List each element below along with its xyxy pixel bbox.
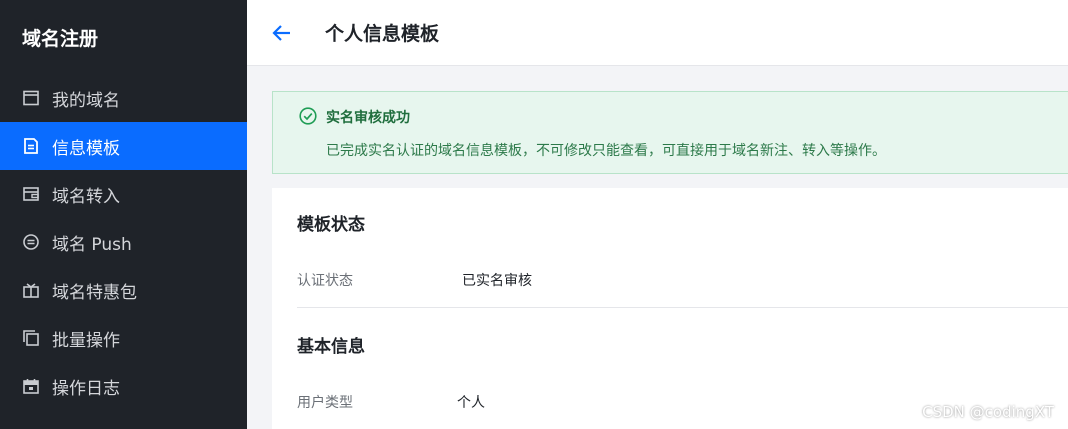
sidebar: 域名注册 我的域名 信息模板 域名转入 域名 Push 域名特惠包 批量操作 操… xyxy=(0,0,247,429)
arrow-left-icon xyxy=(272,24,290,41)
sidebar-item-label: 批量操作 xyxy=(52,330,120,351)
field-label-user-type: 用户类型 xyxy=(297,395,353,411)
calendar-box-icon xyxy=(22,89,40,107)
back-button[interactable] xyxy=(267,18,297,48)
check-circle-icon xyxy=(299,107,317,125)
calendar-icon xyxy=(22,377,40,395)
template-detail-card: 模板状态 认证状态 已实名审核 基本信息 用户类型 个人 xyxy=(272,188,1068,429)
document-icon xyxy=(22,137,40,155)
gift-icon xyxy=(22,281,40,299)
sidebar-item-domain-push[interactable]: 域名 Push xyxy=(0,218,247,266)
circle-minus-icon xyxy=(22,233,40,251)
success-alert: 实名审核成功 已完成实名认证的域名信息模板，不可修改只能查看，可直接用于域名新注… xyxy=(272,91,1068,174)
sidebar-item-operation-log[interactable]: 操作日志 xyxy=(0,362,247,410)
sidebar-item-label: 域名 Push xyxy=(52,234,132,255)
wallet-icon xyxy=(22,185,40,203)
sidebar-item-label: 域名转入 xyxy=(52,186,120,207)
sidebar-item-domain-deals[interactable]: 域名特惠包 xyxy=(0,266,247,314)
sidebar-item-label: 信息模板 xyxy=(52,138,120,159)
sidebar-item-domain-transfer[interactable]: 域名转入 xyxy=(0,170,247,218)
sidebar-item-info-template[interactable]: 信息模板 xyxy=(0,122,247,170)
page-header: 个人信息模板 xyxy=(247,0,1068,66)
copy-icon xyxy=(22,329,40,347)
sidebar-item-label: 操作日志 xyxy=(52,378,120,399)
field-value-auth-status: 已实名审核 xyxy=(462,273,532,289)
sidebar-item-batch-ops[interactable]: 批量操作 xyxy=(0,314,247,362)
field-value-user-type: 个人 xyxy=(457,395,485,411)
section-title-basic: 基本信息 xyxy=(297,337,365,357)
section-title-status: 模板状态 xyxy=(297,215,365,235)
field-label-auth-status: 认证状态 xyxy=(297,273,353,289)
sidebar-item-my-domains[interactable]: 我的域名 xyxy=(0,74,247,122)
page-title: 个人信息模板 xyxy=(325,23,440,45)
alert-title: 实名审核成功 xyxy=(326,110,410,126)
watermark: CSDN @codingXT xyxy=(922,403,1054,421)
alert-description: 已完成实名认证的域名信息模板，不可修改只能查看，可直接用于域名新注、转入等操作。 xyxy=(326,143,886,159)
main-content: 个人信息模板 实名审核成功 已完成实名认证的域名信息模板，不可修改只能查看，可直… xyxy=(247,0,1068,429)
sidebar-item-label: 我的域名 xyxy=(52,90,120,111)
sidebar-brand: 域名注册 xyxy=(22,28,99,50)
sidebar-item-label: 域名特惠包 xyxy=(52,282,137,303)
section-divider xyxy=(297,307,1068,308)
